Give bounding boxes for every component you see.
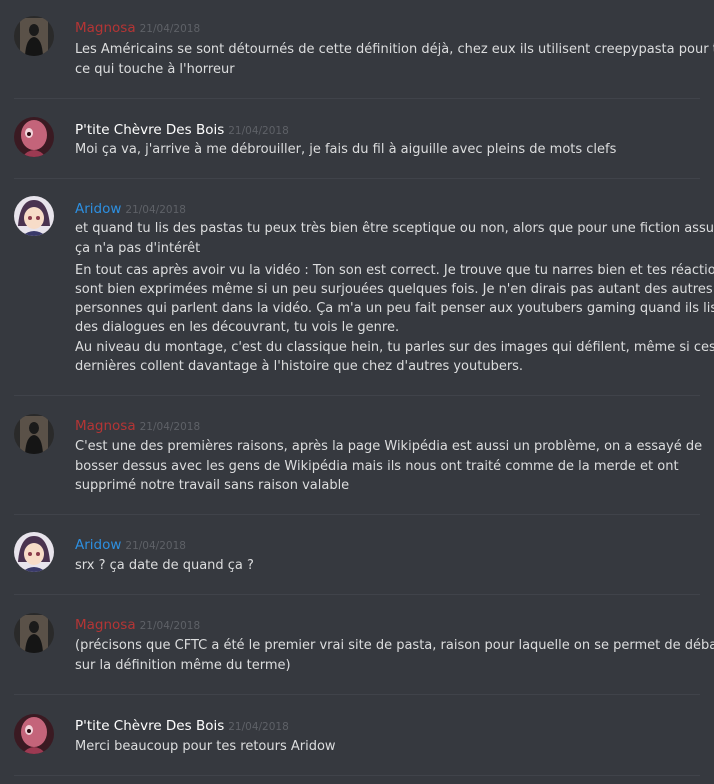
- author-name[interactable]: Aridow: [75, 201, 121, 217]
- author-name[interactable]: Aridow: [75, 537, 121, 553]
- divider: [14, 395, 700, 396]
- divider: [14, 694, 700, 695]
- message-text: srx ? ça date de quand ça ?: [75, 558, 254, 573]
- divider: [14, 594, 700, 595]
- message-text: dernières collent davantage à l'histoire…: [75, 359, 524, 374]
- author-name[interactable]: Magnosa: [75, 418, 136, 434]
- message-text: Au niveau du montage, c'est du classique…: [75, 340, 714, 355]
- divider: [14, 514, 700, 515]
- divider: [14, 98, 700, 99]
- timestamp: 21/04/2018: [125, 540, 186, 552]
- anime-girl-avatar-icon[interactable]: [14, 532, 54, 572]
- message-text: En tout cas après avoir vu la vidéo : To…: [75, 263, 714, 278]
- timestamp: 21/04/2018: [139, 23, 201, 35]
- anime-girl-avatar-icon[interactable]: [14, 196, 54, 236]
- dark-figure-avatar-icon[interactable]: [14, 414, 54, 454]
- message-text: Les Américains se sont détournés de cett…: [75, 42, 714, 57]
- message-text: ça n'a pas d'intérêt: [75, 241, 201, 256]
- message-text: (précisons que CFTC a été le premier vra…: [75, 638, 714, 653]
- message-text: Moi ça va, j'arrive à me débrouiller, je…: [75, 142, 617, 157]
- message-text: C'est une des premières raisons, après l…: [75, 439, 703, 454]
- message-text: des dialogues en les découvrant, tu vois…: [75, 320, 400, 335]
- divider: [14, 775, 700, 776]
- author-name[interactable]: Magnosa: [75, 617, 136, 633]
- message-text: sur la définition même du terme): [75, 658, 291, 673]
- message-text: supprimé notre travail sans raison valab…: [75, 478, 350, 493]
- author-name[interactable]: P'tite Chèvre Des Bois: [75, 122, 224, 138]
- pink-creature-avatar-icon[interactable]: [14, 117, 54, 157]
- timestamp: 21/04/2018: [125, 204, 186, 216]
- message-text: bosser dessus avec les gens de Wikipédia…: [75, 459, 679, 474]
- timestamp: 21/04/2018: [139, 620, 201, 632]
- message-text: ce qui touche à l'horreur: [75, 62, 235, 77]
- pink-creature-avatar-icon[interactable]: [14, 714, 54, 754]
- author-name[interactable]: Magnosa: [75, 20, 136, 36]
- message-text: personnes qui parlent dans la vidéo. Ça …: [75, 301, 714, 316]
- timestamp: 21/04/2018: [139, 421, 201, 433]
- message-text: sont bien exprimées même si un peu surjo…: [75, 282, 713, 297]
- dark-figure-avatar-icon[interactable]: [14, 16, 54, 56]
- message-text: et quand tu lis des pastas tu peux très …: [75, 221, 714, 236]
- message-text: Merci beaucoup pour tes retours Aridow: [75, 739, 336, 754]
- dark-figure-avatar-icon[interactable]: [14, 613, 54, 653]
- author-name[interactable]: P'tite Chèvre Des Bois: [75, 718, 224, 734]
- timestamp: 21/04/2018: [228, 125, 289, 137]
- timestamp: 21/04/2018: [228, 721, 289, 733]
- divider: [14, 178, 700, 179]
